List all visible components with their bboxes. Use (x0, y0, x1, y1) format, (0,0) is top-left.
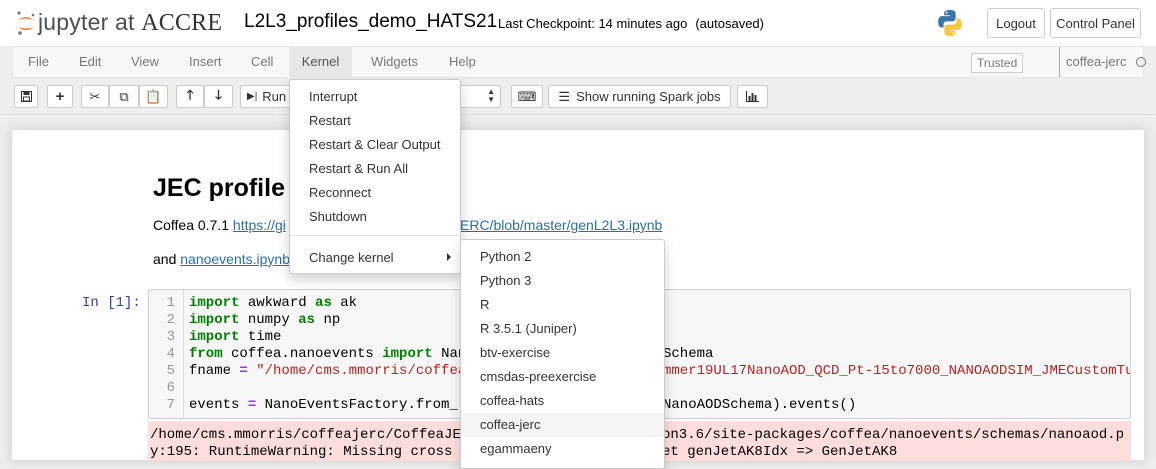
code-line-tail: NanoAODSchema).events() (663, 397, 857, 413)
bar-chart-icon (746, 91, 759, 102)
line-number: 5 (166, 363, 175, 379)
code-line: import time (189, 329, 282, 345)
line-number-gutter: 1 2 3 4 5 6 7 (149, 290, 184, 418)
save-icon (20, 91, 32, 102)
step-forward-icon: ▶| (247, 91, 258, 102)
menu-widgets[interactable]: Widgets (371, 47, 418, 77)
arrow-up-icon: 🡑 (186, 86, 194, 102)
toolbar: + ✂ ⧉ 📋 🡑 🡓 ▶| Run ▲ ▼ ⌨ ☰ Show running Spa… (0, 80, 1156, 114)
menu-item-interrupt[interactable]: Interrupt (309, 89, 357, 104)
control-panel-button[interactable]: Control Panel (1050, 8, 1141, 38)
kernel-option-r[interactable]: R (461, 293, 664, 317)
menu-cell[interactable]: Cell (251, 47, 273, 77)
select-arrows-icon: ▲ ▼ (487, 87, 495, 104)
menu-file[interactable]: File (28, 47, 49, 77)
notebook-title[interactable]: L2L3_profiles_demo_HATS21 (244, 11, 497, 33)
line-number: 4 (166, 346, 175, 362)
stderr-line: /home/cms.mmorris/coffeajerc/CoffeaJE (150, 427, 461, 443)
kernel-option-python3[interactable]: Python 3 (461, 269, 664, 293)
paste-button[interactable]: 📋 (139, 85, 168, 108)
arrow-down-icon: 🡓 (215, 86, 222, 102)
code-line: import awkward as ak (189, 295, 358, 311)
cut-button[interactable]: ✂ (81, 85, 109, 108)
plus-icon: + (55, 88, 65, 105)
menu-item-restart-run-all[interactable]: Restart & Run All (309, 161, 408, 176)
copy-button[interactable]: ⧉ (109, 85, 139, 108)
stderr-line: et genJetAK8Idx => GenJetAK8 (662, 444, 898, 460)
code-line: events = NanoEventsFactory.from_ (189, 397, 458, 413)
kernel-name[interactable]: coffea-jerc (1059, 47, 1126, 77)
header: jupyter at ACCRE L2L3_profiles_demo_HATS… (0, 0, 1156, 46)
menu-insert[interactable]: Insert (189, 47, 222, 77)
logo-text: jupyter at ACCRE (38, 9, 223, 36)
menu-divider (290, 235, 460, 236)
menu-item-change-kernel[interactable]: Change kernel (309, 250, 394, 265)
github-link-tail[interactable]: ERC/blob/master/genL2L3.ipynb (460, 217, 662, 233)
kernel-menu-dropdown: Interrupt Restart Restart & Clear Output… (289, 79, 461, 274)
menu-item-reconnect[interactable]: Reconnect (309, 185, 371, 200)
insert-cell-button[interactable]: + (47, 85, 73, 108)
jupyter-logo[interactable]: jupyter at ACCRE (16, 9, 222, 37)
menu-item-restart[interactable]: Restart (309, 113, 351, 128)
code-line: fname = "/home/cms.mmorris/coffea (189, 363, 467, 379)
markdown-heading: JEC profile (153, 174, 285, 202)
menu-view[interactable]: View (131, 47, 159, 77)
menubar: File Edit View Insert Cell Kernel Widget… (12, 46, 1146, 78)
github-link[interactable]: https://gi (233, 217, 286, 233)
kernel-option-coffea-hats[interactable]: coffea-hats (461, 389, 664, 413)
code-line-tail: Schema (663, 346, 714, 362)
markdown-paragraph-1: Coffea 0.7.1 https://gi ERC/blob/master/g… (153, 217, 663, 233)
markdown-paragraph-2: and nanoevents.ipynb (153, 251, 291, 267)
list-icon: ☰ (558, 88, 571, 104)
line-number: 1 (166, 295, 175, 311)
line-number: 2 (166, 312, 175, 328)
save-button[interactable] (14, 85, 38, 108)
caret-right-icon (447, 253, 451, 261)
menu-item-restart-clear[interactable]: Restart & Clear Output (309, 137, 441, 152)
trusted-indicator[interactable]: Trusted (971, 53, 1024, 73)
kernel-option-python2[interactable]: Python 2 (461, 245, 664, 269)
scissors-icon: ✂ (89, 88, 101, 104)
change-kernel-submenu: Python 2 Python 3 R R 3.5.1 (Juniper) bt… (460, 239, 665, 469)
code-line-tail: mmer19UL17NanoAOD_QCD_Pt-15to7000_NANOAO… (663, 363, 1131, 379)
menu-kernel[interactable]: Kernel (289, 47, 352, 77)
run-button[interactable]: ▶| Run (240, 85, 292, 108)
chart-button[interactable] (737, 85, 768, 108)
move-up-button[interactable]: 🡑 (176, 85, 204, 108)
menu-edit[interactable]: Edit (79, 47, 101, 77)
python-logo-icon (935, 8, 965, 41)
toolbar-separator (0, 114, 1156, 115)
kernel-idle-icon (1136, 57, 1146, 67)
line-number: 6 (166, 380, 175, 396)
line-number: 3 (166, 329, 175, 345)
input-prompt: In [1]: (82, 295, 141, 311)
stderr-line: on3.6/site-packages/coffea/nanoevents/sc… (662, 427, 1125, 443)
command-palette-button[interactable]: ⌨ (511, 85, 543, 108)
cell-type-select[interactable]: ▲ ▼ (455, 85, 501, 108)
code-line: import numpy as np (189, 312, 341, 328)
paste-icon: 📋 (145, 88, 162, 104)
kernel-option-egammaeny[interactable]: egammaeny (461, 437, 664, 461)
kernel-option-btv-exercise[interactable]: btv-exercise (461, 341, 664, 365)
copy-icon: ⧉ (119, 88, 129, 104)
menu-help[interactable]: Help (449, 47, 476, 77)
checkpoint-status: Last Checkpoint: 14 minutes ago (autosave… (498, 16, 764, 31)
stderr-line: y:195: RuntimeWarning: Missing cross (150, 444, 453, 460)
line-number: 7 (166, 397, 175, 413)
kernel-option-cmsdas-preexercise[interactable]: cmsdas-preexercise (461, 365, 664, 389)
code-line: from coffea.nanoevents import Nan (189, 346, 467, 362)
logout-button[interactable]: Logout (987, 8, 1045, 38)
spark-jobs-button[interactable]: ☰ Show running Spark jobs (548, 85, 731, 108)
move-down-button[interactable]: 🡓 (204, 85, 233, 108)
menu-item-shutdown[interactable]: Shutdown (309, 209, 367, 224)
nanoevents-link[interactable]: nanoevents.ipynb (180, 251, 290, 267)
kernel-option-r-juniper[interactable]: R 3.5.1 (Juniper) (461, 317, 664, 341)
keyboard-icon: ⌨ (517, 88, 537, 104)
jupyter-logo-icon (17, 11, 35, 35)
kernel-option-coffea-jerc[interactable]: coffea-jerc (461, 413, 664, 437)
